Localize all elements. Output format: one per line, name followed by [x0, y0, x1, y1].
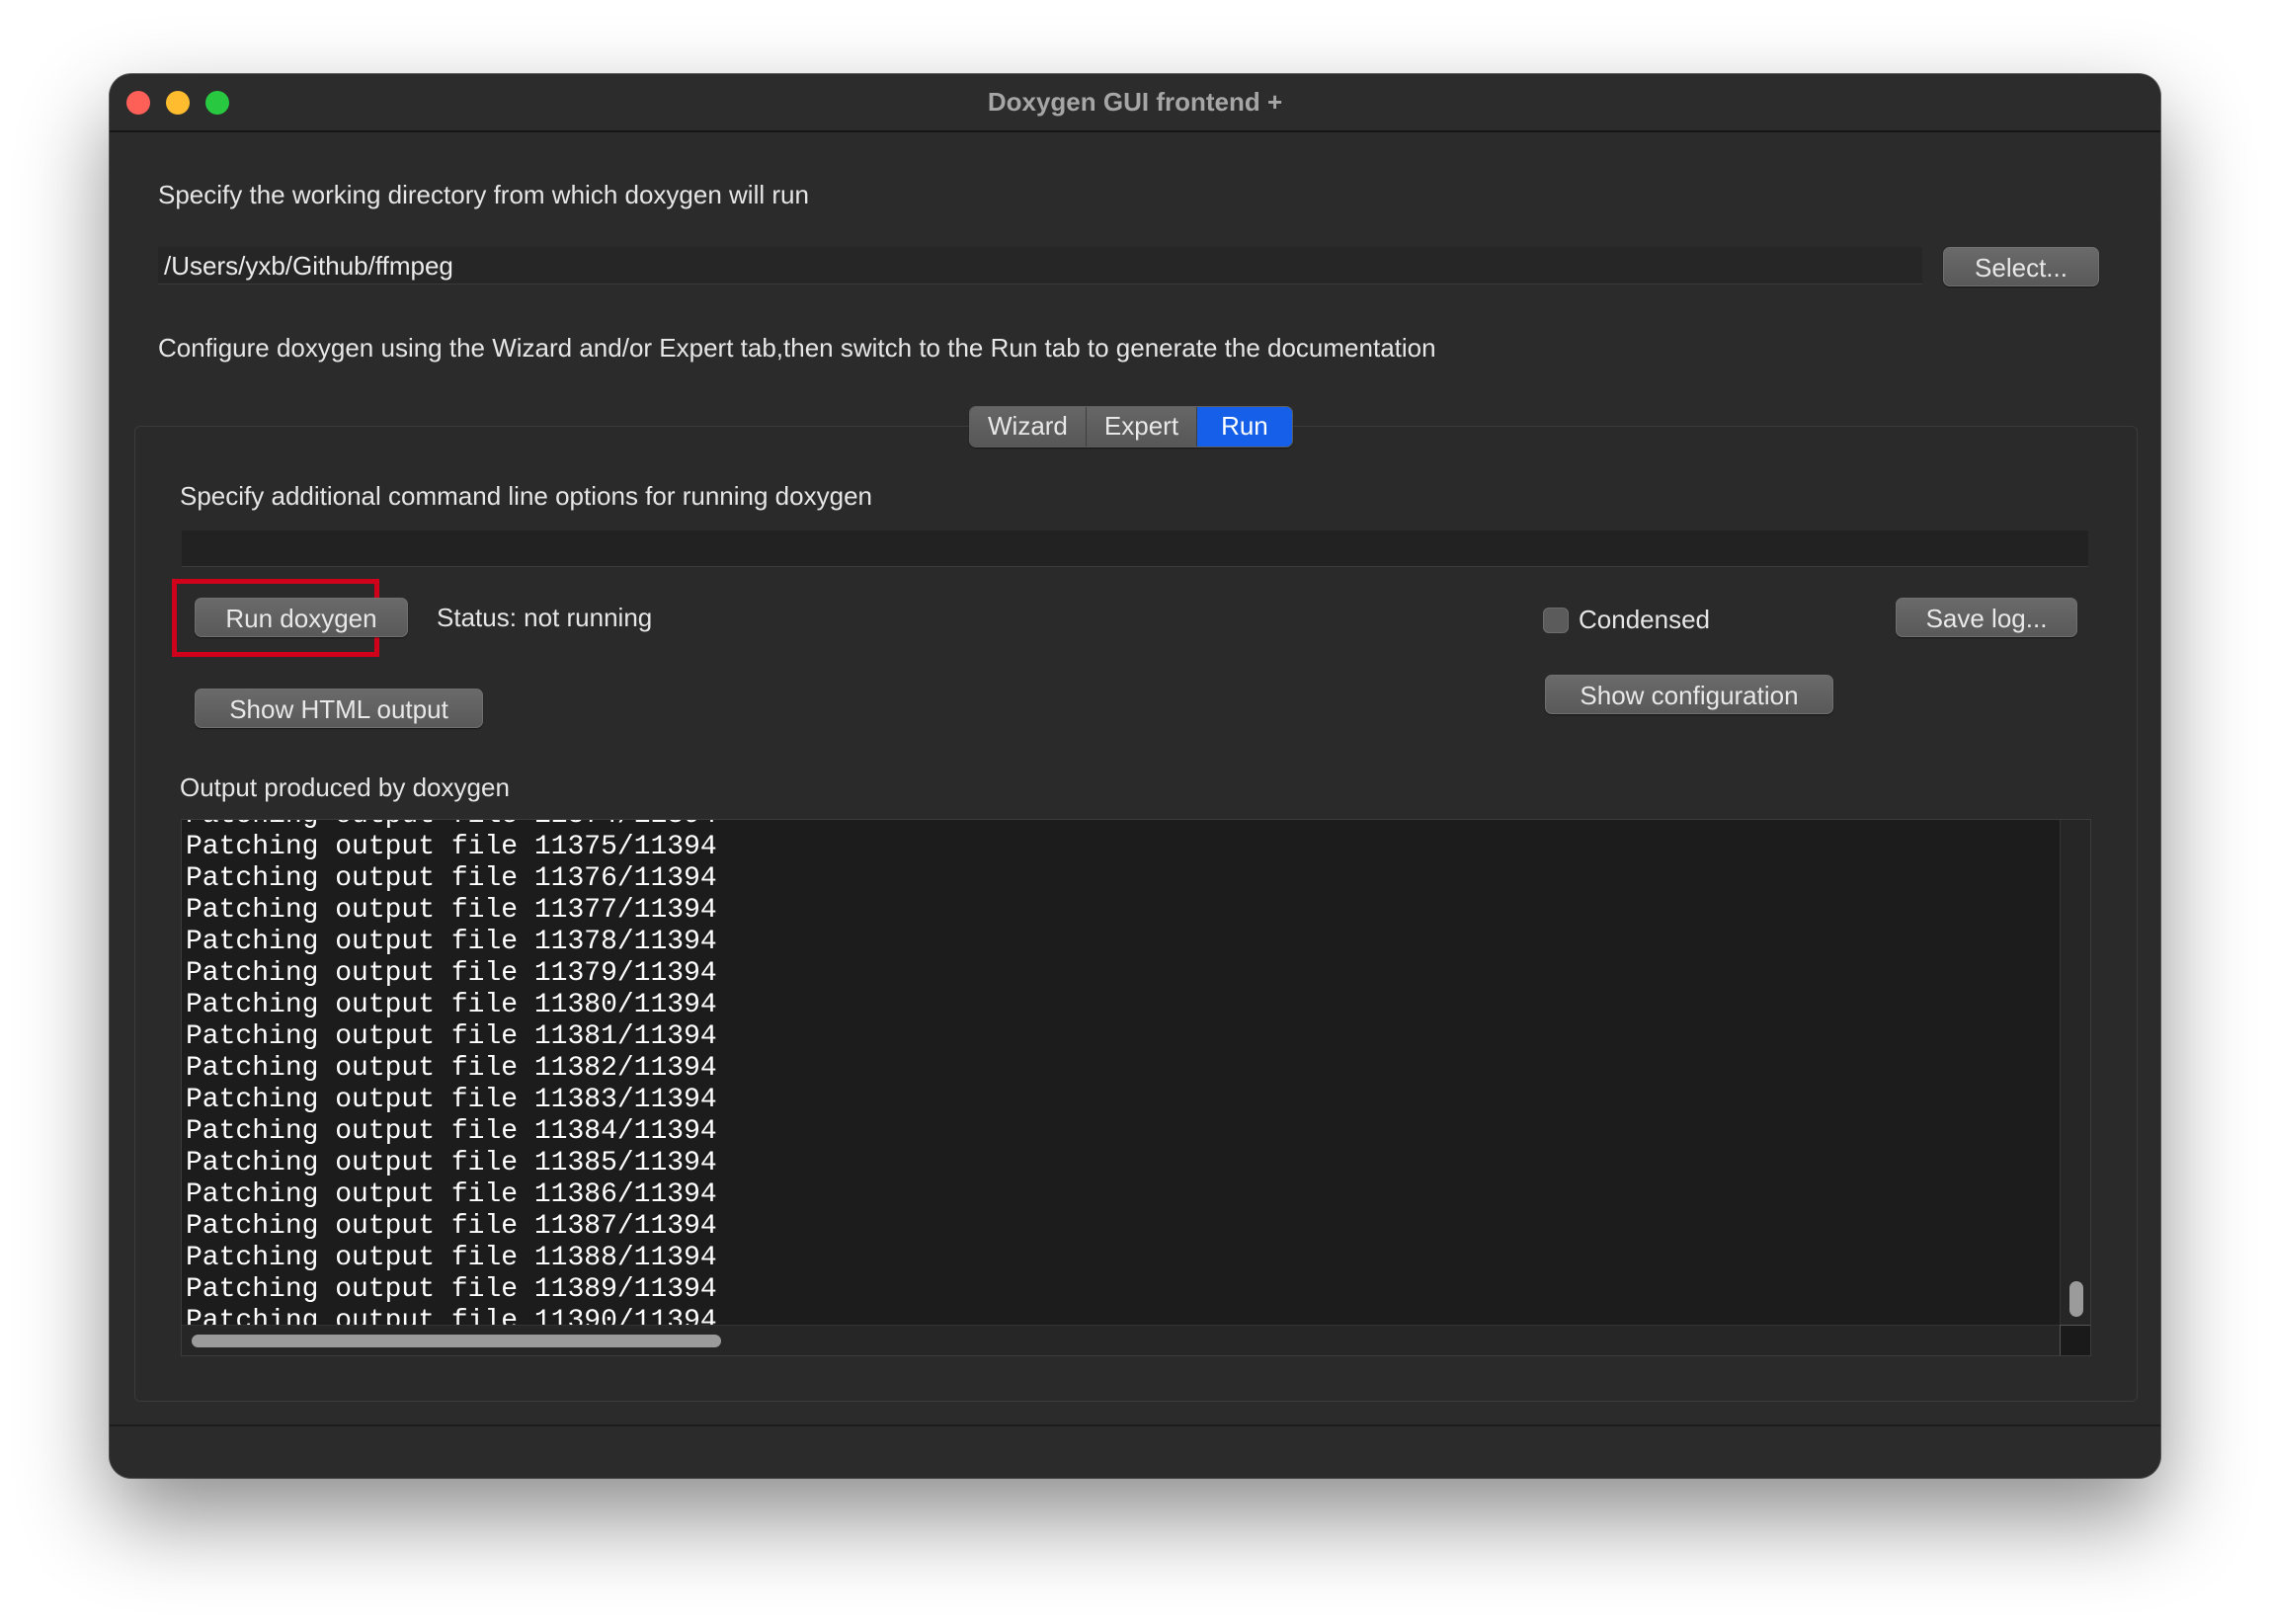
log-line: Patching output file 11387/11394 — [186, 1211, 717, 1242]
output-log[interactable]: Patching output file 11374/11394Patching… — [181, 819, 2091, 1356]
select-dir-button[interactable]: Select... — [1943, 247, 2099, 286]
tab-run[interactable]: Run — [1197, 407, 1292, 447]
show-html-output-button[interactable]: Show HTML output — [195, 689, 483, 728]
title-bar[interactable]: Doxygen GUI frontend + — [110, 74, 2160, 132]
run-doxygen-button[interactable]: Run doxygen — [195, 598, 408, 637]
output-label: Output produced by doxygen — [180, 772, 510, 802]
options-input[interactable] — [182, 530, 2088, 567]
tab-bar: Wizard Expert Run — [969, 406, 1293, 447]
log-line: Patching output file 11376/11394 — [186, 863, 717, 894]
status-bar — [110, 1424, 2160, 1478]
log-line: Patching output file 11384/11394 — [186, 1116, 717, 1147]
log-line: Patching output file 11385/11394 — [186, 1148, 717, 1178]
log-line: Patching output file 11374/11394 — [186, 820, 717, 832]
log-line: Patching output file 11388/11394 — [186, 1243, 717, 1273]
horizontal-scroll-thumb[interactable] — [192, 1335, 721, 1347]
options-label: Specify additional command line options … — [180, 481, 872, 511]
condensed-label: Condensed — [1579, 605, 1710, 634]
scroll-corner — [2060, 1325, 2090, 1355]
log-line: Patching output file 11389/11394 — [186, 1274, 717, 1305]
status-label: Status: not running — [437, 603, 653, 632]
save-log-button[interactable]: Save log... — [1896, 598, 2077, 637]
working-dir-input[interactable]: /Users/yxb/Github/ffmpeg — [158, 247, 1922, 284]
log-line: Patching output file 11377/11394 — [186, 895, 717, 926]
condensed-checkbox[interactable] — [1543, 608, 1569, 633]
output-log-text: Patching output file 11374/11394Patching… — [186, 820, 717, 1338]
log-line: Patching output file 11380/11394 — [186, 990, 717, 1020]
horizontal-scrollbar[interactable] — [182, 1325, 2062, 1355]
log-line: Patching output file 11379/11394 — [186, 958, 717, 989]
log-line: Patching output file 11386/11394 — [186, 1179, 717, 1210]
log-line: Patching output file 11382/11394 — [186, 1053, 717, 1084]
vertical-scrollbar[interactable] — [2060, 820, 2090, 1328]
tab-wizard[interactable]: Wizard — [970, 407, 1087, 447]
log-line: Patching output file 11378/11394 — [186, 927, 717, 957]
log-line: Patching output file 11383/11394 — [186, 1085, 717, 1115]
window-title: Doxygen GUI frontend + — [987, 87, 1283, 117]
configure-hint-label: Configure doxygen using the Wizard and/o… — [158, 333, 1436, 363]
log-line: Patching output file 11375/11394 — [186, 832, 717, 862]
vertical-scroll-thumb[interactable] — [2069, 1281, 2083, 1317]
tab-expert[interactable]: Expert — [1086, 407, 1198, 447]
app-window: Doxygen GUI frontend + Specify the worki… — [110, 74, 2160, 1478]
working-dir-label: Specify the working directory from which… — [158, 180, 809, 209]
log-line: Patching output file 11381/11394 — [186, 1021, 717, 1052]
show-configuration-button[interactable]: Show configuration — [1545, 675, 1833, 714]
